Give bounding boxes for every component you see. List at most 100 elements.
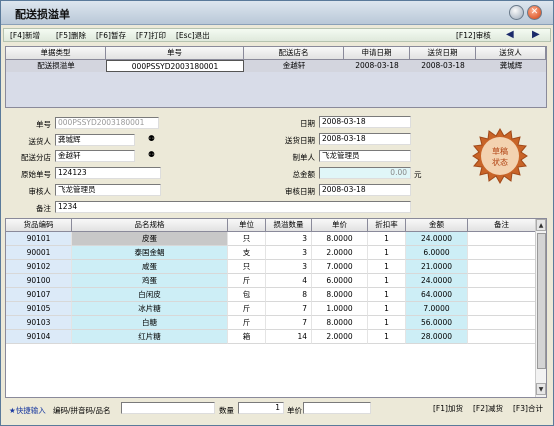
table-cell[interactable]: 白闲皮 xyxy=(72,288,228,302)
table-cell[interactable]: 1 xyxy=(368,288,406,302)
minimize-button[interactable] xyxy=(509,5,524,20)
table-cell[interactable]: 箱 xyxy=(228,330,266,344)
date-field[interactable]: 2008-03-18 xyxy=(319,116,411,128)
table-cell[interactable]: 红片糖 xyxy=(72,330,228,344)
scroll-up-arrow[interactable]: ▲ xyxy=(536,219,546,231)
code-input[interactable] xyxy=(121,402,215,414)
table-cell[interactable] xyxy=(468,330,536,344)
next-arrow-icon[interactable]: ▶ xyxy=(532,29,540,40)
add-item-hint[interactable]: [F1]加货 xyxy=(433,403,463,414)
table-cell[interactable] xyxy=(468,232,536,246)
table-cell[interactable]: 7 xyxy=(266,302,312,316)
table-cell[interactable]: 1 xyxy=(368,232,406,246)
detail-scrollbar[interactable]: ▲ ▼ xyxy=(535,219,546,397)
table-cell[interactable]: 斤 xyxy=(228,302,266,316)
table-cell[interactable]: 1 xyxy=(368,246,406,260)
sum-hint[interactable]: [F3]合计 xyxy=(513,403,543,414)
table-cell[interactable]: 24.0000 xyxy=(406,274,468,288)
table-cell[interactable]: 斤 xyxy=(228,274,266,288)
table-cell[interactable]: 咸蛋 xyxy=(72,260,228,274)
table-cell[interactable]: 3 xyxy=(266,260,312,274)
table-cell[interactable]: 90102 xyxy=(6,260,72,274)
table-cell[interactable]: 90105 xyxy=(6,302,72,316)
table-row[interactable]: 90102 咸蛋只 3 7.0000 1 21.0000 xyxy=(6,260,536,274)
maker-field[interactable]: 飞龙管理员 xyxy=(319,150,411,162)
table-cell[interactable]: 1 xyxy=(368,330,406,344)
table-row[interactable]: 90101 皮蛋只 3 8.0000 1 24.0000 xyxy=(6,232,536,246)
table-cell[interactable]: 90100 xyxy=(6,274,72,288)
table-cell[interactable] xyxy=(468,316,536,330)
table-cell[interactable]: 24.0000 xyxy=(406,232,468,246)
table-cell[interactable]: 冰片糖 xyxy=(72,302,228,316)
table-row[interactable]: 90100 鸡蛋斤 4 6.0000 1 24.0000 xyxy=(6,274,536,288)
price-input[interactable] xyxy=(303,402,371,414)
table-cell[interactable]: 6.0000 xyxy=(312,274,368,288)
remark-field[interactable]: 1234 xyxy=(55,201,411,213)
table-cell[interactable]: 21.0000 xyxy=(406,260,468,274)
table-cell[interactable]: 1 xyxy=(368,274,406,288)
table-cell[interactable]: 白糖 xyxy=(72,316,228,330)
store-picker-icon[interactable]: ⚉ xyxy=(146,149,157,160)
scroll-thumb[interactable] xyxy=(537,233,546,369)
table-cell[interactable]: 1 xyxy=(368,260,406,274)
table-cell[interactable]: 只 xyxy=(228,260,266,274)
table-cell[interactable]: 64.0000 xyxy=(406,288,468,302)
close-button[interactable]: ✕ xyxy=(527,5,542,20)
scroll-down-arrow[interactable]: ▼ xyxy=(536,383,546,395)
branch-field[interactable]: 金越轩 xyxy=(55,150,135,162)
table-cell[interactable] xyxy=(468,302,536,316)
table-cell[interactable] xyxy=(468,260,536,274)
table-cell[interactable]: 90001 xyxy=(6,246,72,260)
table-cell[interactable]: 28.0000 xyxy=(406,330,468,344)
review-date-field[interactable]: 2008-03-18 xyxy=(319,184,411,196)
table-cell[interactable] xyxy=(468,288,536,302)
table-cell[interactable]: 6.0000 xyxy=(406,246,468,260)
cell-doc-no[interactable]: 000PSSYD2003180001 xyxy=(106,60,244,72)
table-row[interactable]: 90107 白闲皮包 8 8.0000 1 64.0000 xyxy=(6,288,536,302)
table-cell[interactable]: 7.0000 xyxy=(312,260,368,274)
table-row[interactable]: 90103 白糖斤 7 8.0000 1 56.0000 xyxy=(6,316,536,330)
new-button[interactable]: [F4]新增 xyxy=(10,30,40,41)
table-cell[interactable]: 8 xyxy=(266,288,312,302)
table-cell[interactable]: 8.0000 xyxy=(312,288,368,302)
table-cell[interactable]: 泰国金鲳 xyxy=(72,246,228,260)
table-cell[interactable] xyxy=(468,274,536,288)
orig-no-field[interactable]: 124123 xyxy=(55,167,161,179)
table-row[interactable]: 90001 泰国金鲳支 3 2.0000 1 6.0000 xyxy=(6,246,536,260)
table-cell[interactable]: 90101 xyxy=(6,232,72,246)
table-cell[interactable]: 8.0000 xyxy=(312,232,368,246)
table-cell[interactable]: 支 xyxy=(228,246,266,260)
hold-button[interactable]: [F6]暂存 xyxy=(96,30,126,41)
header-table-row[interactable]: 配送损溢单 000PSSYD2003180001 金越轩 2008-03-18 … xyxy=(6,60,546,72)
print-button[interactable]: [F7]打印 xyxy=(136,30,166,41)
table-cell[interactable]: 7.0000 xyxy=(406,302,468,316)
table-cell[interactable]: 8.0000 xyxy=(312,316,368,330)
review-button[interactable]: [F12]审核 xyxy=(456,30,491,41)
table-cell[interactable]: 90107 xyxy=(6,288,72,302)
qty-input[interactable]: 1 xyxy=(238,402,284,414)
table-cell[interactable]: 2.0000 xyxy=(312,330,368,344)
table-cell[interactable]: 皮蛋 xyxy=(72,232,228,246)
table-cell[interactable]: 包 xyxy=(228,288,266,302)
table-cell[interactable]: 56.0000 xyxy=(406,316,468,330)
table-cell[interactable]: 斤 xyxy=(228,316,266,330)
prev-arrow-icon[interactable]: ◀ xyxy=(506,29,514,40)
delivery-date-field[interactable]: 2008-03-18 xyxy=(319,133,411,145)
table-row[interactable]: 90104 红片糖箱 14 2.0000 1 28.0000 xyxy=(6,330,536,344)
sender-field[interactable]: 龚城辉 xyxy=(55,134,135,146)
table-cell[interactable]: 鸡蛋 xyxy=(72,274,228,288)
table-cell[interactable]: 90104 xyxy=(6,330,72,344)
table-cell[interactable]: 只 xyxy=(228,232,266,246)
table-cell[interactable]: 14 xyxy=(266,330,312,344)
table-row[interactable]: 90105 冰片糖斤 7 1.0000 1 7.0000 xyxy=(6,302,536,316)
table-cell[interactable]: 2.0000 xyxy=(312,246,368,260)
reviewer-field[interactable]: 飞龙管理员 xyxy=(55,184,161,196)
table-cell[interactable]: 4 xyxy=(266,274,312,288)
table-cell[interactable]: 1 xyxy=(368,316,406,330)
delete-button[interactable]: [F5]删除 xyxy=(56,30,86,41)
exit-button[interactable]: [Esc]退出 xyxy=(176,30,210,41)
table-cell[interactable] xyxy=(468,246,536,260)
table-cell[interactable]: 90103 xyxy=(6,316,72,330)
doc-no-field[interactable]: 000PSSYD2003180001 xyxy=(55,117,159,129)
table-cell[interactable]: 7 xyxy=(266,316,312,330)
